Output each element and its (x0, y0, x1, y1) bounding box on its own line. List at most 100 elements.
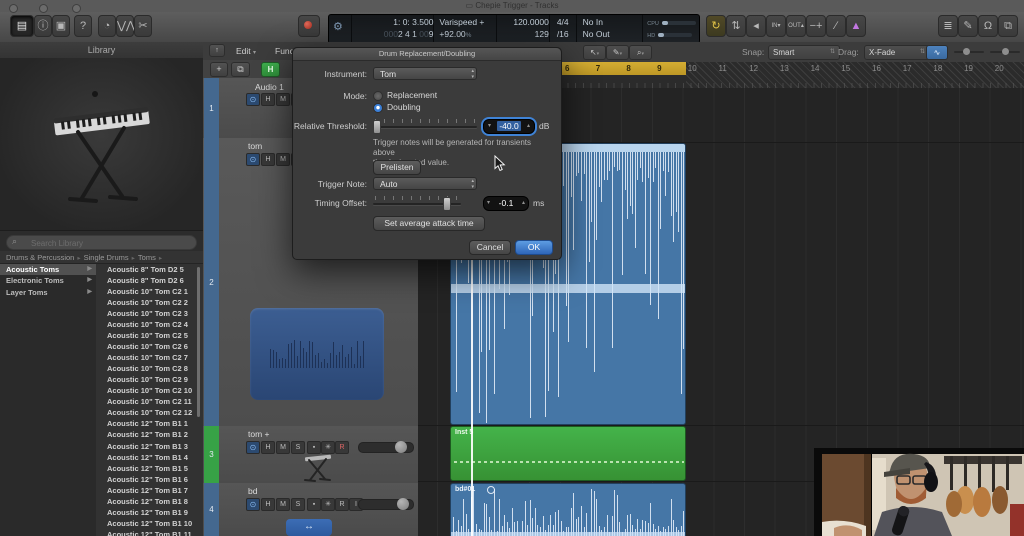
library-item[interactable]: Acoustic 12" Tom B1 7 (96, 485, 203, 496)
library-item[interactable]: Acoustic 12" Tom B1 10 (96, 518, 203, 529)
track-volume-slider[interactable] (358, 498, 414, 510)
track-header-bd[interactable]: 4 bd ⊙ H M S ▪ ✳ R I ↔ (203, 483, 418, 536)
punch-out-button[interactable]: OUT▴ (786, 15, 806, 37)
pointer-tool-menu[interactable]: ↖▾ (583, 45, 606, 60)
library-item[interactable]: Acoustic 10" Tom C2 4 (96, 319, 203, 330)
library-item[interactable]: Acoustic 10" Tom C2 5 (96, 330, 203, 341)
library-item[interactable]: Acoustic 10" Tom C2 8 (96, 363, 203, 374)
decrement-arrow-icon[interactable]: ▾ (488, 120, 491, 133)
set-attack-time-button[interactable]: Set average attack time (373, 216, 485, 231)
list-editors-button[interactable]: ≣ (938, 15, 958, 37)
increment-arrow-icon[interactable]: ▴ (527, 120, 530, 133)
track-solo-button[interactable]: S (291, 441, 305, 454)
drag-dropdown[interactable]: X-Fade ⇅ (864, 45, 930, 60)
lcd-signature-cell[interactable]: 4/4 /16 (550, 15, 577, 43)
library-item[interactable]: Acoustic 12" Tom B1 5 (96, 463, 203, 474)
track-hide-button[interactable]: H (261, 498, 275, 511)
waveform-zoom-button[interactable]: ∿ (926, 45, 948, 60)
increment-arrow-icon[interactable]: ▴ (522, 197, 525, 210)
threshold-slider-thumb[interactable] (373, 120, 381, 134)
close-window-button[interactable] (9, 4, 18, 13)
track-hide-button[interactable]: H (261, 441, 275, 454)
library-item[interactable]: Acoustic 10" Tom C2 10 (96, 385, 203, 396)
library-category[interactable]: Layer Toms ▶ (0, 287, 96, 298)
duplicate-track-button[interactable]: ⧉ (231, 62, 250, 77)
track-volume-slider[interactable] (358, 441, 414, 453)
low-latency-button[interactable]: ◂ (746, 15, 766, 37)
browsers-button[interactable]: ⧉ (998, 15, 1018, 37)
edit-menu[interactable]: Edit ▾ (236, 46, 256, 56)
toolbar-toggle-button[interactable]: ▣ (52, 15, 70, 37)
track-record-enable-button[interactable]: R (335, 498, 349, 511)
track-power-button[interactable]: ⊙ (246, 441, 260, 454)
track-icon[interactable]: ↔ (286, 519, 332, 536)
zoom-tool-menu[interactable]: ⌕▾ (629, 45, 652, 60)
track-mute-button[interactable]: M (276, 93, 290, 106)
library-item[interactable]: Acoustic 12" Tom B1 6 (96, 474, 203, 485)
track-power-button[interactable]: ⊙ (246, 153, 260, 166)
library-item[interactable]: Acoustic 8" Tom D2 5 (96, 264, 203, 275)
track-mute-button[interactable]: M (276, 153, 290, 166)
library-item[interactable]: Acoustic 12" Tom B1 2 (96, 429, 203, 440)
library-item[interactable]: Acoustic 10" Tom C2 9 (96, 374, 203, 385)
replace-button[interactable]: ∕ (826, 15, 846, 37)
lcd-settings-cell[interactable]: ⚙ (329, 15, 352, 43)
track-freeze-button[interactable]: ✳ (321, 441, 335, 454)
ok-button[interactable]: OK (515, 240, 553, 255)
library-item[interactable]: Acoustic 12" Tom B1 3 (96, 441, 203, 452)
decrement-arrow-icon[interactable]: ▾ (487, 197, 490, 210)
timing-value-box[interactable]: ▾ -0.1 ▴ (483, 196, 529, 211)
track-lock-button[interactable]: ▪ (307, 441, 321, 454)
quick-help-button[interactable]: ? (74, 15, 92, 37)
add-track-button[interactable]: + (210, 62, 228, 77)
inspector-button[interactable]: ⓘ (34, 15, 52, 37)
library-item[interactable]: Acoustic 10" Tom C2 6 (96, 341, 203, 352)
midi-region-inst5[interactable]: Inst 5 (450, 426, 686, 481)
breadcrumb[interactable]: Drums & Percussion ▸ Single Drums ▸ Toms ▸ (0, 251, 203, 264)
track-hide-button[interactable]: H (261, 153, 275, 166)
cancel-button[interactable]: Cancel (469, 240, 511, 255)
lcd-tempo-cell[interactable]: 120.0000 129 (497, 15, 550, 43)
lcd-display[interactable]: ⚙ 1: 0: 3.500 0002 4 1 009 Varispeed + +… (328, 14, 700, 44)
library-item[interactable]: Acoustic 12" Tom B1 4 (96, 452, 203, 463)
prelisten-button[interactable]: Prelisten (373, 160, 421, 175)
vertical-zoom-slider[interactable] (954, 48, 984, 55)
track-mute-button[interactable]: M (276, 441, 290, 454)
punch-in-button[interactable]: IN▾ (766, 15, 786, 37)
metronome-button[interactable]: ▲ (846, 15, 866, 37)
library-item[interactable]: Acoustic 12" Tom B1 11 (96, 529, 203, 536)
timing-slider-thumb[interactable] (443, 197, 451, 211)
library-scrollbar[interactable] (197, 267, 200, 417)
mixer-button[interactable]: ⋁⋀ (116, 15, 135, 37)
library-item[interactable]: Acoustic 10" Tom C2 11 (96, 396, 203, 407)
track-name[interactable]: tom (248, 141, 262, 151)
secondary-tool-menu[interactable]: ✎▾ (606, 45, 629, 60)
track-record-enable-button[interactable]: R (335, 441, 349, 454)
breadcrumb-item[interactable]: Single Drums (84, 253, 129, 262)
trigger-note-dropdown[interactable]: Auto ▴ ▾ (373, 177, 477, 190)
library-item[interactable]: Acoustic 12" Tom B1 1 (96, 418, 203, 429)
mode-replacement-radio[interactable] (373, 91, 383, 101)
record-button[interactable] (298, 15, 320, 37)
track-freeze-button[interactable]: ✳ (321, 498, 335, 511)
library-item[interactable]: Acoustic 12" Tom B1 9 (96, 507, 203, 518)
library-item[interactable]: Acoustic 10" Tom C2 1 (96, 286, 203, 297)
threshold-slider[interactable] (373, 126, 477, 128)
lcd-position-cell[interactable]: 1: 0: 3.500 0002 4 1 009 (352, 15, 435, 43)
mode-doubling-radio[interactable] (373, 103, 383, 113)
hide-library-button[interactable]: ↑ (209, 44, 225, 57)
nudge-buttons[interactable]: −+ (806, 15, 826, 37)
library-item[interactable]: Acoustic 10" Tom C2 7 (96, 352, 203, 363)
mode-doubling-label[interactable]: Doubling (387, 102, 421, 112)
library-item[interactable]: Acoustic 10" Tom C2 2 (96, 297, 203, 308)
library-category[interactable]: Electronic Toms ▶ (0, 275, 96, 286)
track-solo-button[interactable]: S (291, 498, 305, 511)
snap-dropdown[interactable]: Smart ⇅ (768, 45, 840, 60)
track-name[interactable]: Audio 1 (255, 82, 284, 92)
lcd-varispeed-cell[interactable]: Varispeed + +92.00% (434, 15, 498, 43)
search-input[interactable] (29, 236, 193, 251)
track-power-button[interactable]: ⊙ (246, 93, 260, 106)
track-icon[interactable] (250, 308, 384, 400)
library-item[interactable]: Acoustic 10" Tom C2 12 (96, 407, 203, 418)
track-name[interactable]: tom + (248, 429, 270, 439)
